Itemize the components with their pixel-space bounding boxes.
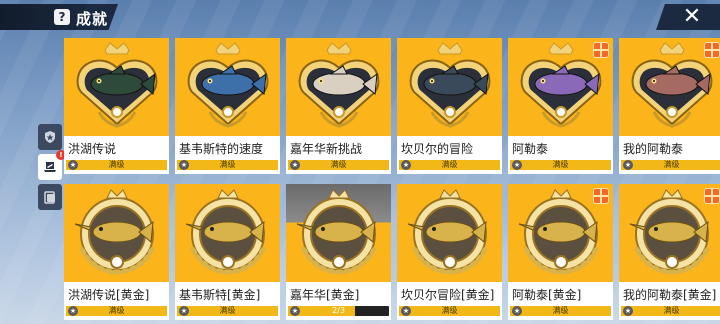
- achievement-info: 阿勒泰[黄金] ★ 满级: [508, 282, 613, 320]
- side-tab-3[interactable]: [38, 184, 62, 210]
- achievement-card[interactable]: 坎贝尔冒险[黄金] ★ 满级: [397, 184, 502, 320]
- gift-icon[interactable]: [704, 188, 720, 204]
- achievement-info: 洪湖传说 ★ 满级: [64, 136, 169, 174]
- progress-bar: ★ 满级: [621, 306, 720, 316]
- achievement-name: 嘉年华[黄金]: [290, 288, 360, 302]
- progress-bar: ★ 满级: [621, 160, 720, 170]
- achievement-name: 我的阿勒泰[黄金]: [623, 288, 717, 302]
- achievement-card[interactable]: 嘉年华[黄金] ★ 2/3: [286, 184, 391, 320]
- achievement-art: [397, 38, 502, 134]
- close-icon: ✕: [682, 4, 702, 29]
- progress-label: 满级: [330, 160, 347, 169]
- achievement-name: 阿勒泰[黄金]: [512, 288, 582, 302]
- achievement-name: 我的阿勒泰: [623, 142, 684, 156]
- achievement-emblem: [407, 189, 487, 275]
- achievement-art: [286, 184, 391, 280]
- progress-bar: ★ 满级: [510, 160, 611, 170]
- progress-label: 满级: [441, 160, 458, 169]
- achievement-info: 阿勒泰 ★ 满级: [508, 136, 613, 174]
- progress-label: 满级: [219, 306, 236, 315]
- achievement-card[interactable]: 洪湖传说 ★ 满级: [64, 38, 169, 174]
- gift-icon[interactable]: [593, 42, 609, 58]
- achievement-name: 洪湖传说[黄金]: [68, 288, 150, 302]
- gift-icon[interactable]: [593, 188, 609, 204]
- progress-bar: ★ 满级: [177, 160, 278, 170]
- progress-label: 满级: [441, 306, 458, 315]
- side-tab-2[interactable]: !: [38, 150, 66, 180]
- achievement-name: 嘉年华新挑战: [290, 142, 363, 156]
- progress-label: 满级: [552, 306, 569, 315]
- achievement-name: 洪湖传说: [68, 142, 117, 156]
- shield-icon: [43, 130, 57, 144]
- achievement-card[interactable]: 阿勒泰[黄金] ★ 满级: [508, 184, 613, 320]
- achievement-name: 阿勒泰: [512, 142, 549, 156]
- page-title: 成就: [76, 10, 109, 28]
- achievement-info: 洪湖传说[黄金] ★ 满级: [64, 282, 169, 320]
- achievement-art: [64, 38, 169, 134]
- achievement-info: 坎贝尔冒险[黄金] ★ 满级: [397, 282, 502, 320]
- achievement-art: [286, 38, 391, 134]
- achievement-art: [175, 38, 280, 134]
- achievement-emblem: [409, 42, 490, 128]
- achievement-info: 我的阿勒泰 ★ 满级: [619, 136, 720, 174]
- achievement-card[interactable]: 基韦斯特的速度 ★ 满级: [175, 38, 280, 174]
- achievement-name: 坎贝尔的冒险: [401, 142, 474, 156]
- achievement-emblem: [76, 42, 157, 128]
- progress-label: 满级: [663, 160, 680, 169]
- achievement-info: 嘉年华新挑战 ★ 满级: [286, 136, 391, 174]
- achievement-art: [64, 184, 169, 280]
- progress-label: 满级: [552, 160, 569, 169]
- progress-label: 满级: [219, 160, 236, 169]
- achievement-art: [175, 184, 280, 280]
- progress-bar: ★ 满级: [399, 306, 500, 316]
- achievement-info: 我的阿勒泰[黄金] ★ 满级: [619, 282, 720, 320]
- achievement-card[interactable]: 嘉年华新挑战 ★ 满级: [286, 38, 391, 174]
- progress-label: 满级: [663, 306, 680, 315]
- progress-label: 2/3: [332, 306, 345, 315]
- progress-label: 满级: [108, 306, 125, 315]
- achievement-card[interactable]: 洪湖传说[黄金] ★ 满级: [64, 184, 169, 320]
- card-icon: [43, 190, 57, 204]
- gift-icon[interactable]: [704, 42, 720, 58]
- progress-bar: ★ 2/3: [288, 306, 389, 316]
- achievement-card[interactable]: 坎贝尔的冒险 ★ 满级: [397, 38, 502, 174]
- achievement-card[interactable]: 基韦斯特[黄金] ★ 满级: [175, 184, 280, 320]
- progress-bar: ★ 满级: [399, 160, 500, 170]
- achievement-card[interactable]: 我的阿勒泰 ★ 满级: [619, 38, 720, 174]
- help-icon[interactable]: ?: [54, 9, 70, 25]
- achievement-card[interactable]: 阿勒泰 ★ 满级: [508, 38, 613, 174]
- progress-bar: ★ 满级: [288, 160, 389, 170]
- achievement-name: 基韦斯特[黄金]: [179, 288, 261, 302]
- side-tab-1[interactable]: [38, 124, 62, 150]
- achievement-info: 基韦斯特的速度 ★ 满级: [175, 136, 280, 174]
- achievement-card[interactable]: 我的阿勒泰[黄金] ★ 满级: [619, 184, 720, 320]
- close-button[interactable]: ✕: [656, 4, 720, 30]
- achievement-emblem: [185, 189, 265, 275]
- achievement-emblem: [74, 189, 154, 275]
- achievement-art: [397, 184, 502, 280]
- achievement-name: 基韦斯特的速度: [179, 142, 264, 156]
- progress-bar: ★ 满级: [66, 306, 167, 316]
- achievement-name: 坎贝尔冒险[黄金]: [401, 288, 495, 302]
- side-tabs: !: [38, 124, 66, 210]
- achievement-info: 坎贝尔的冒险 ★ 满级: [397, 136, 502, 174]
- achievement-grid: 洪湖传说 ★ 满级 基韦斯特的速度 ★ 满级 嘉年华新挑战 ★ 满级 坎贝尔的冒险 ★ 满级 阿勒泰 ★ 满…: [64, 38, 720, 320]
- achievement-info: 嘉年华[黄金] ★ 2/3: [286, 282, 391, 320]
- laptop-icon: [43, 160, 57, 174]
- progress-bar: ★ 满级: [66, 160, 167, 170]
- achievement-info: 基韦斯特[黄金] ★ 满级: [175, 282, 280, 320]
- achievement-emblem: [296, 189, 376, 275]
- achievement-emblem: [298, 42, 379, 128]
- achievement-emblem: [187, 42, 268, 128]
- progress-bar: ★ 满级: [510, 306, 611, 316]
- progress-label: 满级: [108, 160, 125, 169]
- progress-bar: ★ 满级: [177, 306, 278, 316]
